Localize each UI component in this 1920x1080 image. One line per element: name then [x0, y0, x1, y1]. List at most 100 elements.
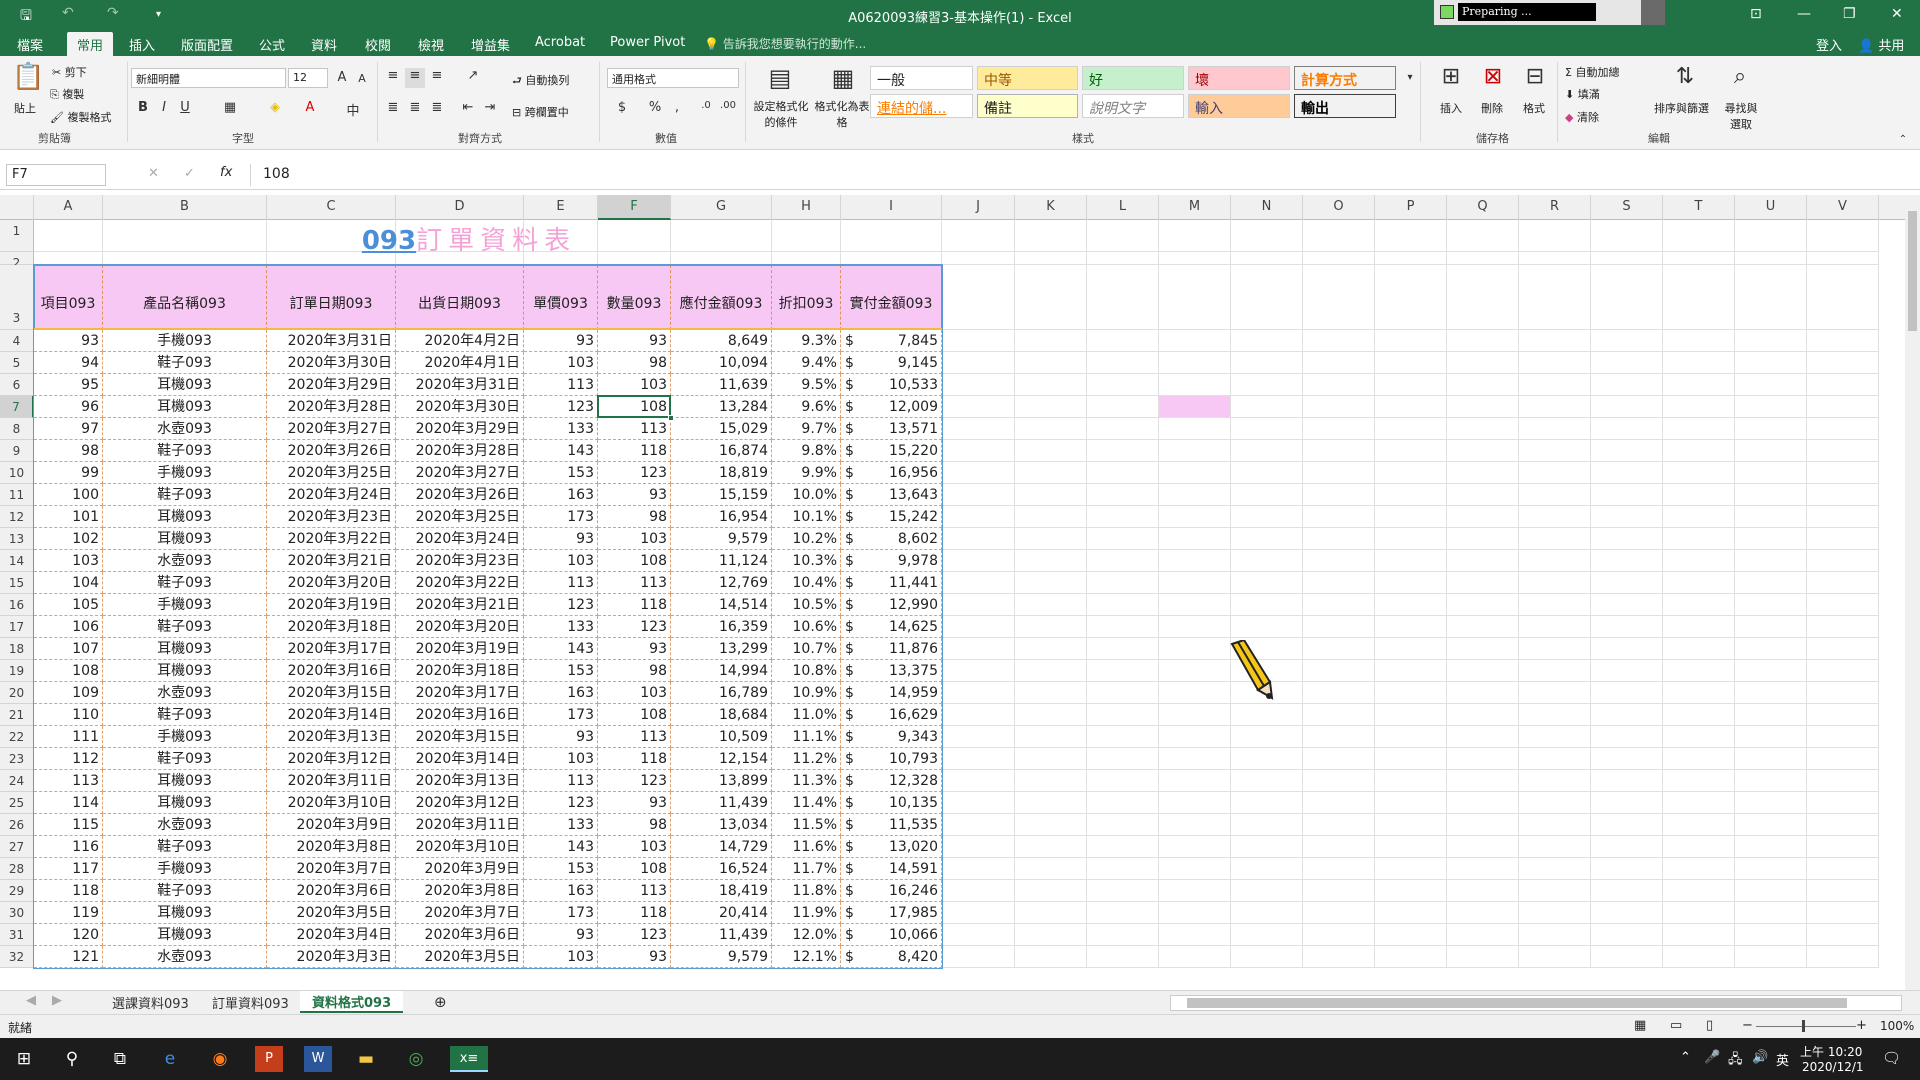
table-cell[interactable]: 111 — [34, 726, 103, 748]
table-cell[interactable]: 173 — [524, 506, 598, 528]
table-cell[interactable]: 水壺093 — [103, 682, 267, 704]
align-right-icon[interactable]: ≣ — [427, 100, 447, 120]
table-cell[interactable]: $8,602 — [841, 528, 942, 550]
align-left-icon[interactable]: ≣ — [383, 100, 403, 120]
table-cell[interactable]: 123 — [598, 924, 671, 946]
table-cell[interactable]: 2020年3月3日 — [267, 946, 396, 968]
table-cell[interactable]: 耳機093 — [103, 924, 267, 946]
table-cell[interactable]: 103 — [34, 550, 103, 572]
table-cell[interactable]: 93 — [598, 946, 671, 968]
column-header-a[interactable]: A — [34, 195, 103, 220]
tab-layout[interactable]: 版面配置 — [181, 35, 233, 54]
tab-file[interactable]: 檔案 — [17, 35, 43, 54]
row-header-20[interactable]: 20 — [0, 682, 34, 704]
table-cell[interactable]: 2020年3月7日 — [396, 902, 524, 924]
table-cell[interactable]: $11,535 — [841, 814, 942, 836]
powerpoint-icon[interactable]: P — [255, 1046, 283, 1072]
table-cell[interactable]: 11,439 — [671, 792, 772, 814]
column-header-t[interactable]: T — [1663, 195, 1735, 220]
tab-insert[interactable]: 插入 — [129, 35, 155, 54]
enter-icon[interactable]: ✓ — [184, 166, 195, 181]
table-cell[interactable]: 9,579 — [671, 528, 772, 550]
find-select-button[interactable]: 尋找與選取 — [1720, 100, 1762, 132]
copy-button[interactable]: ⎘ 複製 — [50, 86, 84, 102]
tab-home[interactable]: 常用 — [67, 32, 114, 56]
table-cell[interactable]: 2020年3月5日 — [396, 946, 524, 968]
table-cell[interactable]: 20,414 — [671, 902, 772, 924]
table-cell[interactable]: 2020年3月30日 — [267, 352, 396, 374]
font-color-icon[interactable]: A — [300, 100, 320, 120]
row-header-16[interactable]: 16 — [0, 594, 34, 616]
table-cell[interactable]: 93 — [598, 638, 671, 660]
table-cell[interactable]: 鞋子093 — [103, 440, 267, 462]
table-cell[interactable]: 119 — [34, 902, 103, 924]
table-header-cell[interactable]: 訂單日期093 — [267, 265, 396, 330]
table-cell[interactable]: 93 — [34, 330, 103, 352]
table-cell[interactable]: 93 — [524, 726, 598, 748]
table-cell[interactable]: 2020年3月28日 — [396, 440, 524, 462]
firefox-icon[interactable]: ◉ — [206, 1046, 234, 1072]
table-cell[interactable]: 10.2% — [772, 528, 841, 550]
table-cell[interactable]: 2020年3月12日 — [396, 792, 524, 814]
table-cell[interactable]: 耳機093 — [103, 638, 267, 660]
table-cell[interactable]: 100 — [34, 484, 103, 506]
style-input[interactable]: 輸入 — [1188, 94, 1290, 118]
table-cell[interactable]: 13,034 — [671, 814, 772, 836]
tab-addins[interactable]: 增益集 — [471, 35, 510, 54]
table-cell[interactable]: $9,343 — [841, 726, 942, 748]
table-cell[interactable]: $9,145 — [841, 352, 942, 374]
table-cell[interactable]: 耳機093 — [103, 396, 267, 418]
table-cell[interactable]: 2020年3月29日 — [267, 374, 396, 396]
table-cell[interactable]: $13,571 — [841, 418, 942, 440]
active-cell-selection[interactable] — [597, 395, 671, 418]
highlighted-cell[interactable] — [1159, 396, 1230, 417]
table-cell[interactable]: 104 — [34, 572, 103, 594]
sort-filter-button[interactable]: 排序與篩選 — [1654, 100, 1709, 116]
table-cell[interactable]: 2020年3月26日 — [396, 484, 524, 506]
table-cell[interactable]: 106 — [34, 616, 103, 638]
style-note[interactable]: 備註 — [977, 94, 1078, 118]
table-header-cell[interactable]: 實付金額093 — [841, 265, 942, 330]
table-cell[interactable]: 123 — [524, 792, 598, 814]
table-cell[interactable]: 143 — [524, 638, 598, 660]
currency-icon[interactable]: $ — [612, 100, 632, 120]
font-size-select[interactable]: 12 — [288, 68, 328, 88]
table-cell[interactable]: 2020年3月20日 — [396, 616, 524, 638]
word-icon[interactable]: W — [304, 1046, 332, 1072]
column-header-i[interactable]: I — [841, 195, 942, 220]
table-cell[interactable]: 2020年3月8日 — [267, 836, 396, 858]
table-cell[interactable]: 173 — [524, 902, 598, 924]
table-cell[interactable]: 103 — [524, 352, 598, 374]
table-cell[interactable]: 123 — [524, 594, 598, 616]
style-explanatory[interactable]: 說明文字 — [1082, 94, 1184, 118]
table-cell[interactable]: 12.1% — [772, 946, 841, 968]
paste-icon[interactable]: 📋 — [12, 62, 44, 96]
table-cell[interactable]: 113 — [598, 726, 671, 748]
table-cell[interactable]: 2020年3月23日 — [396, 550, 524, 572]
table-cell[interactable]: 2020年3月21日 — [267, 550, 396, 572]
sheet-tab-2[interactable]: 訂單資料093 — [212, 993, 289, 1012]
table-cell[interactable]: 93 — [598, 330, 671, 352]
table-cell[interactable]: 11.4% — [772, 792, 841, 814]
table-cell[interactable]: $11,441 — [841, 572, 942, 594]
table-cell[interactable]: 10,509 — [671, 726, 772, 748]
table-cell[interactable]: 93 — [598, 792, 671, 814]
increase-decimal-icon[interactable]: .0 — [696, 100, 716, 120]
table-cell[interactable]: 2020年3月4日 — [267, 924, 396, 946]
table-cell[interactable]: 103 — [524, 748, 598, 770]
column-header-s[interactable]: S — [1591, 195, 1663, 220]
zoom-level[interactable]: 100% — [1880, 1019, 1914, 1033]
table-cell[interactable]: 107 — [34, 638, 103, 660]
prev-sheet-icon[interactable]: ◀ — [26, 993, 36, 1008]
table-cell[interactable]: $13,375 — [841, 660, 942, 682]
table-cell[interactable]: 108 — [34, 660, 103, 682]
tab-acrobat[interactable]: Acrobat — [535, 35, 585, 50]
paste-button[interactable]: 貼上 — [14, 100, 36, 116]
select-all-corner[interactable] — [0, 195, 34, 220]
row-header-6[interactable]: 6 — [0, 374, 34, 396]
table-cell[interactable]: 9,579 — [671, 946, 772, 968]
table-cell[interactable]: 2020年3月8日 — [396, 880, 524, 902]
table-cell[interactable]: 120 — [34, 924, 103, 946]
table-cell[interactable]: 水壺093 — [103, 418, 267, 440]
table-cell[interactable]: 11.6% — [772, 836, 841, 858]
